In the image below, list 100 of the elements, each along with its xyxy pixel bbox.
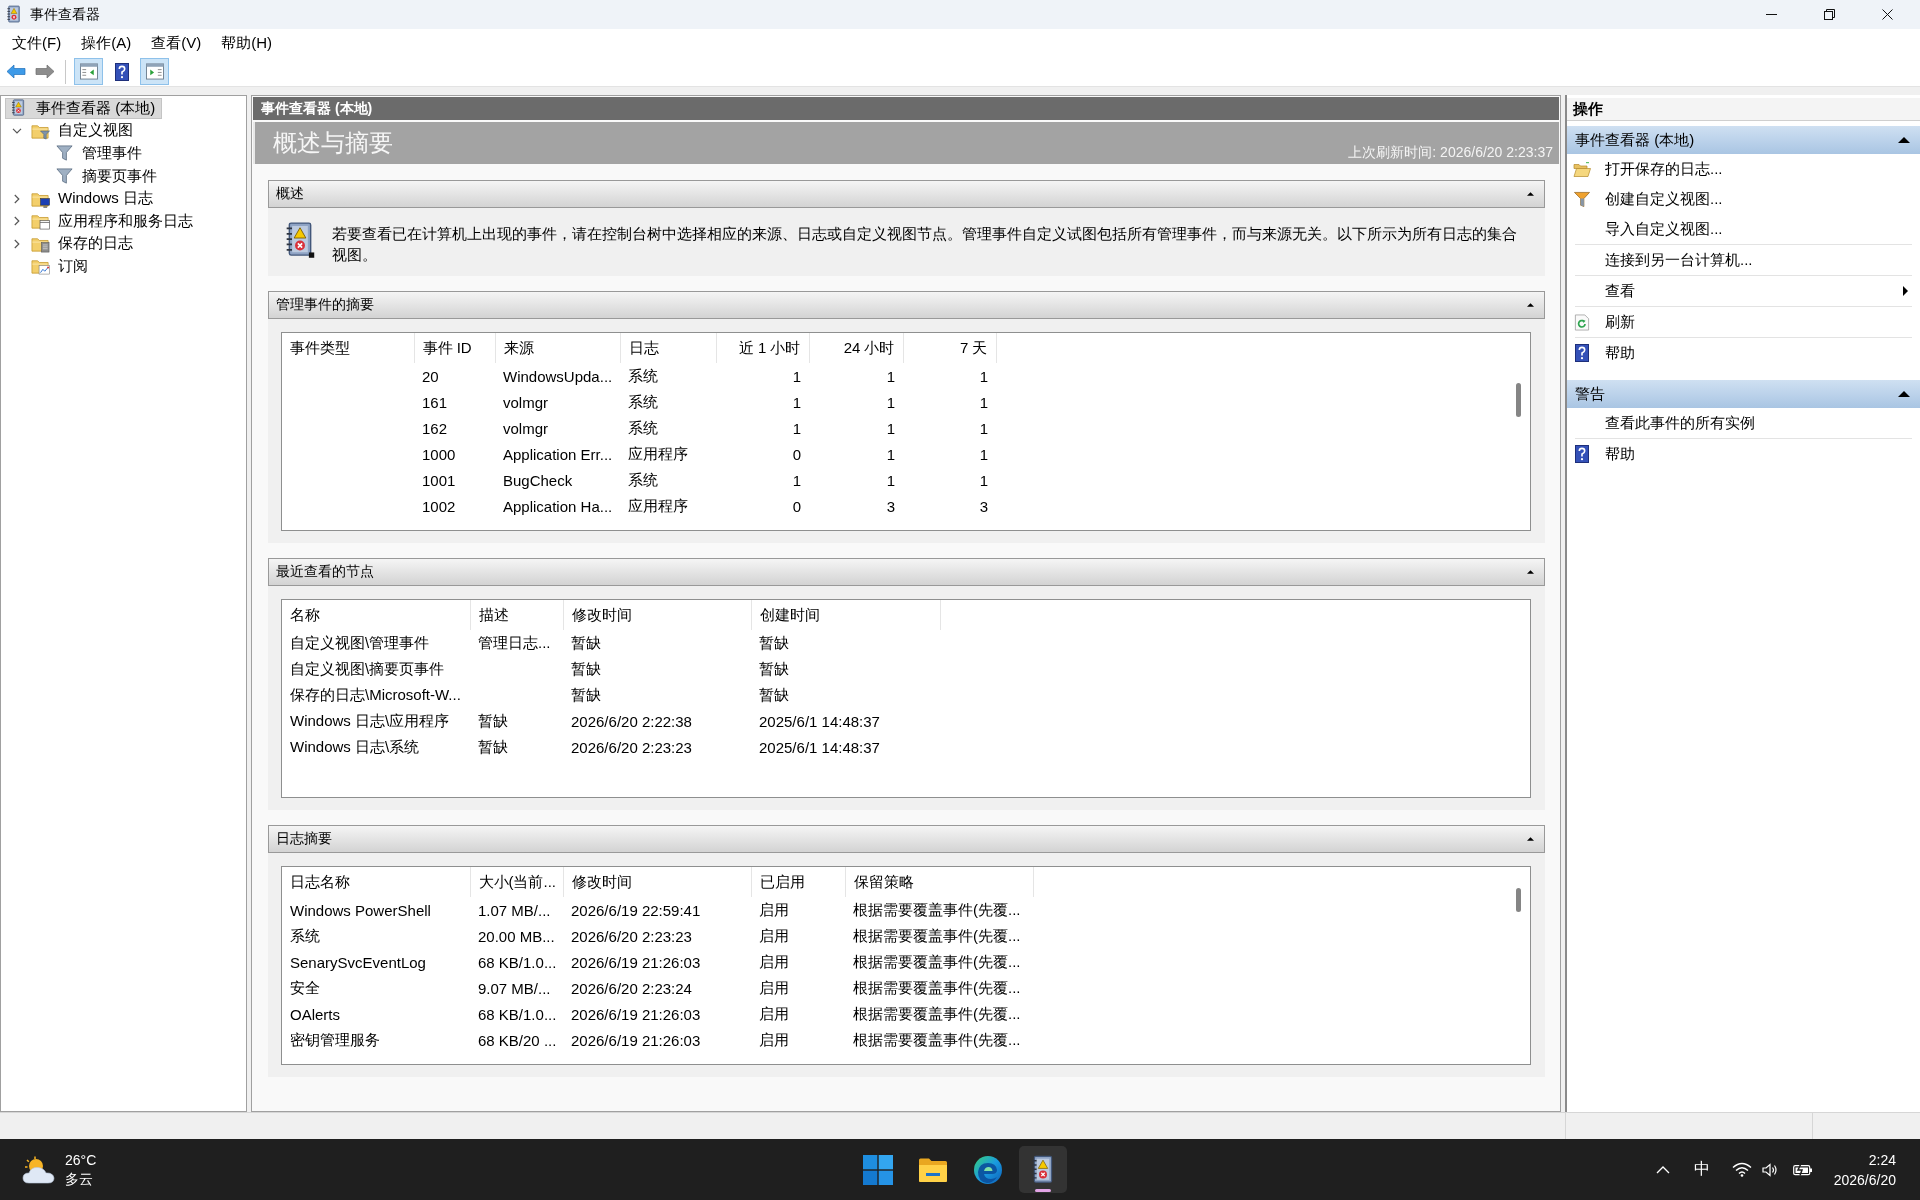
scrollbar-thumb[interactable] [1516, 383, 1521, 417]
column-header[interactable]: 7 天 [903, 333, 996, 363]
menu-item[interactable]: 帮助(H) [211, 31, 282, 55]
column-header[interactable]: 修改时间 [563, 867, 751, 897]
event-id: 1000 [422, 445, 456, 463]
refresh-icon [1573, 313, 1591, 331]
menu-item[interactable]: 查看(V) [141, 31, 212, 55]
clock-time[interactable]: 2:24 [1868, 1149, 1896, 1170]
tree-item[interactable]: 保存的日志 [27, 233, 140, 255]
tree-item[interactable]: 订阅 [27, 255, 95, 277]
event-id: 1002 [422, 497, 456, 515]
tree-item[interactable]: Windows 日志 [27, 188, 161, 210]
weather-condition[interactable]: 多云 [65, 1169, 97, 1189]
logbook-icon [6, 5, 22, 24]
day-count: 1 [886, 419, 895, 437]
column-header[interactable]: 日志名称 [282, 867, 470, 897]
section-header[interactable]: 概述 [268, 180, 1545, 208]
retention-policy: 根据需要覆盖事件(先覆... [853, 1030, 1021, 1048]
node-name: Windows 日志\系统 [290, 737, 420, 755]
input-method-indicator[interactable]: 中 [1693, 1159, 1710, 1180]
column-header[interactable]: 事件类型 [282, 333, 414, 363]
column-header[interactable]: 24 小时 [809, 333, 903, 363]
chevron-right-icon[interactable] [14, 238, 20, 249]
action-item[interactable]: 连接到另一台计算机... [1567, 245, 1920, 275]
temperature[interactable]: 26°C [65, 1150, 97, 1170]
tree-item[interactable]: 应用程序和服务日志 [27, 210, 200, 232]
sun-cloud-icon[interactable] [22, 1154, 56, 1185]
action-item[interactable]: 查看此事件的所有实例 [1567, 408, 1920, 438]
modified-time: 2026/6/19 22:59:41 [571, 901, 701, 919]
log-size: 68 KB/1.0... [478, 1005, 557, 1023]
column-header[interactable]: 修改时间 [563, 600, 751, 630]
caret-up-icon[interactable] [1655, 1165, 1670, 1174]
event-source: volmgr [503, 419, 548, 437]
modified-time: 2026/6/20 2:23:23 [571, 738, 692, 756]
action-item[interactable]: 帮助 [1567, 439, 1920, 469]
pane-right-icon [144, 63, 165, 80]
console-tree-toggle[interactable] [74, 58, 103, 85]
battery-charging-icon[interactable] [1792, 1163, 1813, 1176]
section-header[interactable]: 事件查看器 (本地) [1567, 126, 1920, 154]
column-header[interactable]: 来源 [495, 333, 620, 363]
day-count: 1 [886, 393, 895, 411]
created-time: 暂缺 [759, 659, 789, 677]
action-item[interactable]: 查看 [1567, 276, 1920, 306]
pane-title: 操作 [1567, 98, 1920, 121]
log-name: 系统 [628, 470, 658, 488]
chevron-down-icon[interactable] [12, 127, 22, 134]
tree-item[interactable]: 摘要页事件 [51, 165, 164, 187]
column-header[interactable]: 事件 ID [414, 333, 495, 363]
action-item[interactable]: 帮助 [1567, 338, 1920, 368]
tree-item[interactable]: 事件查看器 (本地) [5, 97, 163, 119]
funnel-icon [55, 167, 74, 186]
column-header[interactable]: 描述 [470, 600, 563, 630]
log-name: 系统 [628, 418, 658, 436]
enabled-status: 启用 [759, 952, 789, 970]
page-title: 概述与摘要 [273, 128, 393, 158]
created-time: 2025/6/1 14:48:37 [759, 712, 880, 730]
clock-date[interactable]: 2026/6/20 [1833, 1169, 1896, 1190]
window-title: 事件查看器 [30, 5, 100, 24]
tree-item[interactable]: 自定义视图 [27, 120, 140, 142]
wifi-icon[interactable] [1731, 1162, 1752, 1177]
modified-time: 2026/6/20 2:23:24 [571, 979, 692, 997]
action-item[interactable]: 导入自定义视图... [1567, 214, 1920, 244]
section-header[interactable]: 最近查看的节点 [268, 558, 1545, 586]
column-header[interactable]: 日志 [620, 333, 716, 363]
taskbar-app[interactable] [1018, 1146, 1067, 1193]
indicator-pill-icon [1034, 1189, 1051, 1192]
column-header[interactable]: 保留策略 [845, 867, 1033, 897]
column-header[interactable]: 名称 [282, 600, 470, 630]
menu-item[interactable]: 文件(F) [2, 31, 72, 55]
menu-item[interactable]: 操作(A) [71, 31, 142, 55]
created-time: 2025/6/1 14:48:37 [759, 738, 880, 756]
modified-time: 2026/6/19 21:26:03 [571, 1031, 701, 1049]
column-header[interactable]: 大小(当前... [470, 867, 563, 897]
action-pane-toggle[interactable] [140, 58, 169, 85]
log-name: 系统 [290, 926, 320, 944]
column-header[interactable]: 创建时间 [751, 600, 940, 630]
enabled-status: 启用 [759, 1004, 789, 1022]
event-source: volmgr [503, 393, 548, 411]
section-header[interactable]: 警告 [1567, 380, 1920, 408]
modified-time: 2026/6/20 2:23:23 [571, 927, 692, 945]
section-header[interactable]: 管理事件的摘要 [268, 291, 1545, 319]
action-item[interactable]: 创建自定义视图... [1567, 184, 1920, 214]
column-header[interactable]: 已启用 [751, 867, 845, 897]
modified-time: 2026/6/19 21:26:03 [571, 1005, 701, 1023]
section-header[interactable]: 日志摘要 [268, 825, 1545, 853]
hour-count: 0 [792, 445, 801, 463]
scrollbar-thumb[interactable] [1516, 888, 1521, 912]
action-item[interactable]: 打开保存的日志... [1567, 154, 1920, 184]
event-id: 1001 [422, 471, 456, 489]
chevron-right-icon[interactable] [14, 216, 20, 227]
help-icon [1575, 344, 1589, 362]
week-count: 1 [979, 471, 988, 489]
tree-item[interactable]: 管理事件 [51, 143, 149, 164]
speaker-icon[interactable] [1761, 1162, 1778, 1177]
node-description: 暂缺 [478, 711, 508, 729]
action-item[interactable]: 刷新 [1567, 307, 1920, 337]
chevron-right-icon[interactable] [14, 193, 20, 204]
node-name: 保存的日志\Microsoft-W... [290, 685, 461, 703]
column-header[interactable]: 近 1 小时 [716, 333, 809, 363]
week-count: 1 [979, 419, 988, 437]
